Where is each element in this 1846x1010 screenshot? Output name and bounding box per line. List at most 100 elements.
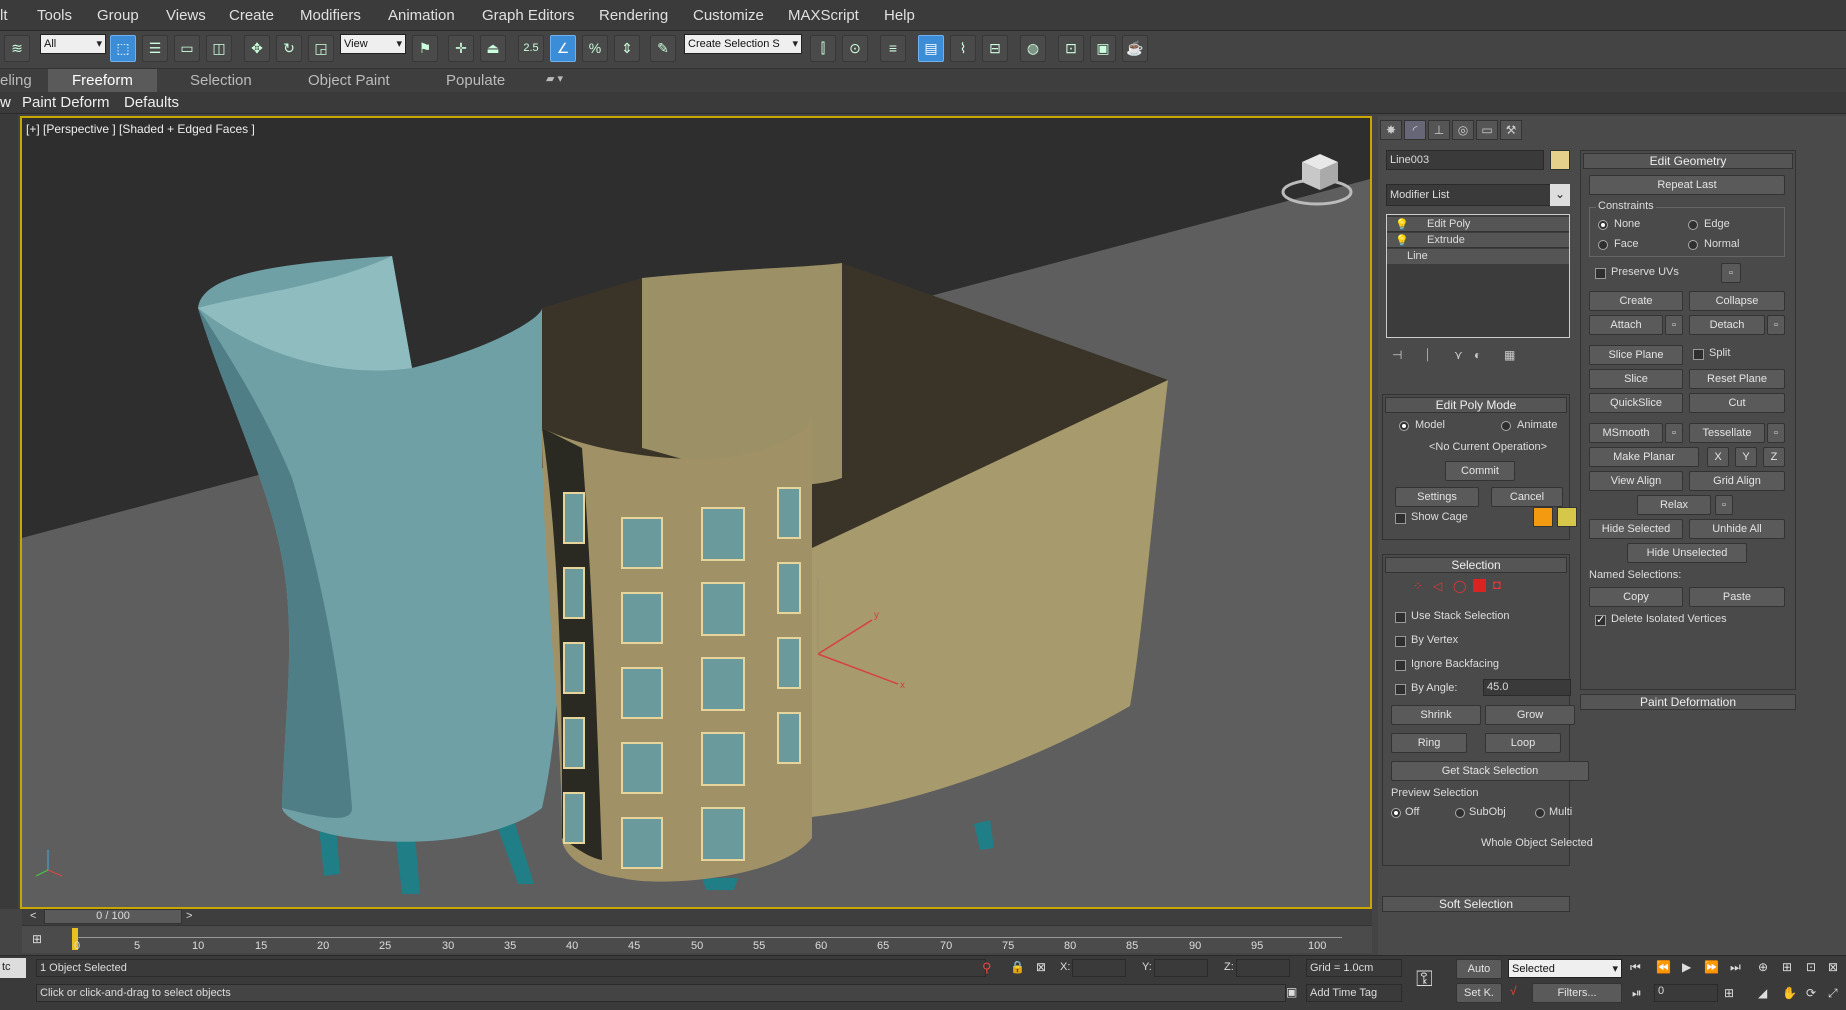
track-bar[interactable]: ⊞ 0 5 10 15 20 25 30 35 40 45 50 55 60 6… <box>22 925 1372 953</box>
perspective-viewport[interactable]: y x [+] [Perspective ] [Shaded + Edged F… <box>20 116 1372 909</box>
menu-customize[interactable]: Customize <box>693 7 764 24</box>
select-manipulate-icon[interactable]: ✛ <box>448 35 474 62</box>
grow-button[interactable]: Grow <box>1485 705 1575 725</box>
maximize-viewport-icon[interactable]: ⤢ <box>1828 986 1838 1001</box>
animate-radio[interactable] <box>1501 421 1511 431</box>
schematic-view-icon[interactable]: ⊟ <box>982 35 1008 62</box>
go-to-start-icon[interactable]: ⏮ <box>1630 960 1641 975</box>
split-checkbox[interactable] <box>1693 349 1704 360</box>
slice-button[interactable]: Slice <box>1589 369 1683 389</box>
go-to-end-icon[interactable]: ⏭ <box>1730 960 1741 975</box>
msmooth-button[interactable]: MSmooth <box>1589 423 1663 443</box>
msmooth-settings-icon[interactable]: ▫ <box>1665 423 1683 443</box>
planar-z-button[interactable]: Z <box>1763 447 1785 467</box>
ribbon-options-icon[interactable]: ▰ ▾ <box>546 72 563 85</box>
menu-graph-editors[interactable]: Graph Editors <box>482 7 575 24</box>
ribbon-tab-selection[interactable]: Selection <box>190 72 252 89</box>
stack-item-edit-poly[interactable]: 💡 Edit Poly <box>1387 217 1569 232</box>
constraint-edge-radio[interactable] <box>1688 220 1698 230</box>
mini-curve-icon[interactable]: ⊞ <box>32 932 42 946</box>
delete-isolated-checkbox[interactable] <box>1595 613 1606 626</box>
constraint-face-radio[interactable] <box>1598 240 1608 250</box>
polygon-icon[interactable] <box>1473 579 1486 592</box>
make-planar-button[interactable]: Make Planar <box>1589 447 1699 467</box>
zoom-extents-icon[interactable]: ⊡ <box>1806 960 1816 974</box>
ribbon-tab-object-paint[interactable]: Object Paint <box>308 72 390 89</box>
angle-snap-icon[interactable]: ∠ <box>550 35 576 62</box>
chevron-down-icon[interactable]: ⌄ <box>1550 184 1570 206</box>
modify-tab-icon[interactable]: ◜ <box>1404 120 1426 140</box>
edit-geometry-header[interactable]: Edit Geometry <box>1583 153 1793 169</box>
constraint-normal-radio[interactable] <box>1688 240 1698 250</box>
edit-named-selection-icon[interactable]: ✎ <box>650 35 676 62</box>
menu-views[interactable]: Views <box>166 7 206 24</box>
preview-subobj-radio[interactable] <box>1455 808 1465 818</box>
reference-coordinate-dropdown[interactable]: View <box>340 34 406 54</box>
rendered-frame-icon[interactable]: ▣ <box>1090 35 1116 62</box>
x-field[interactable] <box>1072 959 1126 977</box>
border-icon[interactable]: ◯ <box>1453 579 1466 593</box>
model-radio[interactable] <box>1399 421 1409 431</box>
quickslice-button[interactable]: QuickSlice <box>1589 393 1683 413</box>
unhide-all-button[interactable]: Unhide All <box>1689 519 1785 539</box>
edit-poly-mode-header[interactable]: Edit Poly Mode <box>1385 397 1567 413</box>
tessellate-settings-icon[interactable]: ▫ <box>1767 423 1785 443</box>
ring-button[interactable]: Ring <box>1391 733 1467 753</box>
show-end-result-icon[interactable]: ⏐ <box>1424 348 1431 363</box>
pin-stack-icon[interactable]: ⊣ <box>1392 348 1402 362</box>
key-filter-dropdown[interactable]: Selected <box>1508 959 1622 978</box>
sub-ribbon-defaults[interactable]: Defaults <box>124 94 179 111</box>
attach-button[interactable]: Attach <box>1589 315 1663 335</box>
selection-header[interactable]: Selection <box>1385 557 1567 573</box>
field-of-view-icon[interactable]: ◢ <box>1758 986 1767 1000</box>
hide-selected-button[interactable]: Hide Selected <box>1589 519 1683 539</box>
zoom-extents-all-icon[interactable]: ⊠ <box>1828 960 1838 974</box>
relax-settings-icon[interactable]: ▫ <box>1715 495 1733 515</box>
time-prev-icon[interactable]: < <box>30 910 36 922</box>
menu-group[interactable]: Group <box>97 7 139 24</box>
percent-snap-icon[interactable]: % <box>582 35 608 62</box>
next-frame-icon[interactable]: ⏩ <box>1704 960 1719 974</box>
constraint-none-radio[interactable] <box>1598 220 1608 230</box>
use-stack-checkbox[interactable] <box>1395 612 1406 623</box>
set-key-icon[interactable]: ⚿ <box>1416 966 1433 992</box>
y-field[interactable] <box>1154 959 1208 977</box>
planar-x-button[interactable]: X <box>1707 447 1729 467</box>
play-icon[interactable]: ▶ <box>1682 960 1691 974</box>
shrink-button[interactable]: Shrink <box>1391 705 1481 725</box>
vertex-icon[interactable]: ⁘ <box>1413 579 1423 593</box>
menu-rendering[interactable]: Rendering <box>599 7 668 24</box>
create-tab-icon[interactable]: ✸ <box>1380 120 1402 140</box>
zoom-icon[interactable]: ⊕ <box>1758 960 1768 974</box>
display-tab-icon[interactable]: ▭ <box>1476 120 1498 140</box>
commit-button[interactable]: Commit <box>1445 461 1515 481</box>
object-color-swatch[interactable] <box>1550 150 1570 170</box>
relax-button[interactable]: Relax <box>1637 495 1711 515</box>
set-key-button[interactable]: Set K. <box>1456 983 1502 1003</box>
configure-sets-icon[interactable]: ▦ <box>1504 348 1515 362</box>
angle-spinner[interactable]: 45.0 <box>1483 679 1571 696</box>
maxscript-listener-mini[interactable]: tc <box>0 958 26 978</box>
ribbon-tab-modeling[interactable]: eling <box>0 72 32 89</box>
create-button[interactable]: Create <box>1589 291 1683 311</box>
align-icon[interactable]: ⊙ <box>842 35 868 62</box>
window-crossing-icon[interactable]: ◫ <box>206 35 232 62</box>
detach-settings-icon[interactable]: ▫ <box>1767 315 1785 335</box>
copy-button[interactable]: Copy <box>1589 587 1683 607</box>
absolute-mode-icon[interactable]: ⊠ <box>1036 960 1046 974</box>
menu-modifiers[interactable]: Modifiers <box>300 7 361 24</box>
menu-maxscript[interactable]: MAXScript <box>788 7 859 24</box>
hide-unselected-button[interactable]: Hide Unselected <box>1627 543 1747 563</box>
repeat-last-button[interactable]: Repeat Last <box>1589 175 1785 195</box>
edge-icon[interactable]: ◁ <box>1433 579 1442 593</box>
time-slider[interactable]: < 0 / 100 > <box>22 909 1372 925</box>
paint-deformation-header[interactable]: Paint Deformation <box>1580 694 1796 710</box>
filters-button[interactable]: Filters... <box>1532 983 1622 1003</box>
previous-frame-icon[interactable]: ⏪ <box>1656 960 1671 974</box>
element-icon[interactable]: ◘ <box>1493 577 1501 592</box>
by-vertex-checkbox[interactable] <box>1395 636 1406 647</box>
ribbon-tab-freeform[interactable]: Freeform <box>48 69 157 92</box>
time-tag-icon[interactable]: ▣ <box>1286 985 1297 999</box>
paste-button[interactable]: Paste <box>1689 587 1785 607</box>
snap-toggle-icon[interactable]: 2.5 <box>518 35 544 62</box>
